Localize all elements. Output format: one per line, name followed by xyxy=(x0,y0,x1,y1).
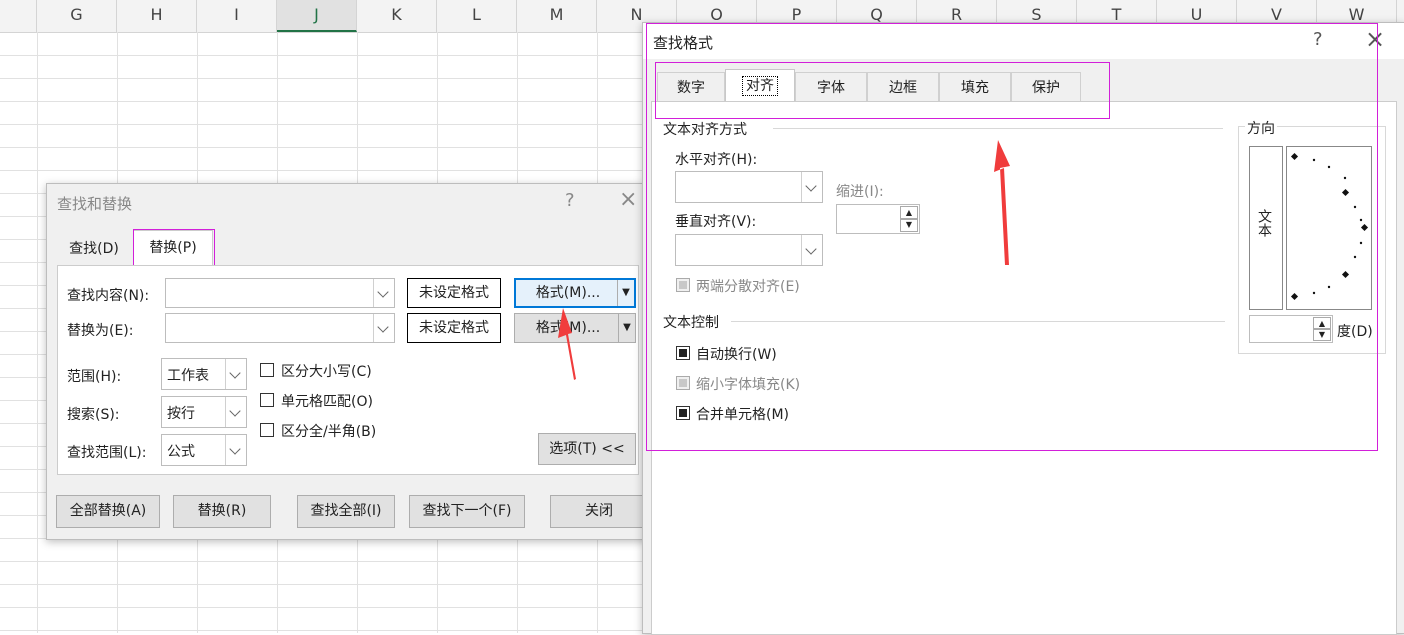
chevron-down-icon[interactable] xyxy=(801,172,822,202)
chevron-down-icon[interactable] xyxy=(801,235,822,265)
find-all-button[interactable]: 查找全部(I) xyxy=(297,495,395,528)
text-control-group-label: 文本控制 xyxy=(663,315,719,331)
search-value: 按行 xyxy=(167,406,195,422)
options-button[interactable]: 选项(T) << xyxy=(538,433,636,465)
horizontal-align-label: 水平对齐(H): xyxy=(675,152,758,168)
tab-protection[interactable]: 保护 xyxy=(1011,72,1081,102)
tab-number[interactable]: 数字 xyxy=(657,72,725,102)
column-header-i[interactable]: I xyxy=(197,0,277,32)
format-button-label: 格式(M)... xyxy=(535,285,601,301)
shrink-to-fit-checkbox[interactable] xyxy=(676,376,690,390)
look-in-select[interactable]: 公式 xyxy=(161,434,247,466)
shrink-to-fit-label: 缩小字体填充(K) xyxy=(696,377,801,393)
horizontal-align-select[interactable] xyxy=(675,171,823,203)
column-header-partial[interactable] xyxy=(0,0,37,32)
orientation-dial-icon xyxy=(1290,152,1369,301)
tab-alignment[interactable]: 对齐 xyxy=(725,69,795,102)
chevron-down-icon[interactable] xyxy=(373,314,394,342)
format-button-find[interactable]: 格式(M)... ▼ xyxy=(514,278,636,308)
group-divider xyxy=(731,321,1225,322)
caret-down-icon[interactable]: ▼ xyxy=(617,280,634,306)
merge-cells-label[interactable]: 合并单元格(M) xyxy=(696,404,789,424)
chevron-down-icon[interactable] xyxy=(225,359,246,389)
indent-spinner[interactable]: ▲ ▼ xyxy=(836,204,920,234)
chevron-down-icon[interactable] xyxy=(225,435,246,465)
tab-find[interactable]: 查找(D) xyxy=(59,234,129,264)
orientation-group-label: 方向 xyxy=(1245,118,1277,138)
tab-font[interactable]: 字体 xyxy=(795,72,867,102)
match-case-checkbox[interactable] xyxy=(260,363,274,377)
format-button-label: 格式(M)... xyxy=(535,320,601,336)
find-format-dialog: 查找格式 ? × 数字 对齐 字体 边框 填充 保护 文本对齐方式 水平对齐(H… xyxy=(642,22,1404,635)
close-button[interactable]: 关闭 xyxy=(550,495,648,528)
find-what-label: 查找内容(N): xyxy=(67,288,150,304)
indent-label: 缩进(I): xyxy=(836,184,884,200)
grid-column-line xyxy=(37,32,38,633)
vertical-text-label: 文本 xyxy=(1256,209,1272,237)
column-header-h[interactable]: H xyxy=(117,0,197,32)
spin-down-icon[interactable]: ▼ xyxy=(1313,328,1331,341)
within-label: 范围(H): xyxy=(67,369,122,385)
help-button[interactable]: ? xyxy=(1313,29,1323,50)
replace-with-input[interactable] xyxy=(168,317,372,341)
column-header-g[interactable]: G xyxy=(37,0,117,32)
justify-distributed-checkbox[interactable] xyxy=(676,278,690,292)
look-in-value: 公式 xyxy=(167,444,195,460)
close-icon[interactable]: × xyxy=(619,187,637,212)
look-in-label: 查找范围(L): xyxy=(67,445,147,461)
column-header-k[interactable]: K xyxy=(357,0,437,32)
find-what-combo[interactable] xyxy=(165,278,395,308)
close-icon[interactable]: × xyxy=(1365,25,1385,53)
search-label: 搜索(S): xyxy=(67,407,120,423)
find-format-titlebar[interactable]: 查找格式 ? × xyxy=(643,23,1404,59)
vertical-text-box[interactable]: 文本 xyxy=(1249,146,1283,310)
dialog-title: 查找格式 xyxy=(653,34,714,52)
find-next-button[interactable]: 查找下一个(F) xyxy=(409,495,525,528)
vertical-align-label: 垂直对齐(V): xyxy=(675,214,757,230)
replace-with-label: 替换为(E): xyxy=(67,323,134,339)
replace-all-button[interactable]: 全部替换(A) xyxy=(56,495,160,528)
tab-fill[interactable]: 填充 xyxy=(939,72,1011,102)
replace-format-preview: 未设定格式 xyxy=(407,313,501,343)
caret-down-icon[interactable]: ▼ xyxy=(618,314,635,342)
match-case-label[interactable]: 区分大小写(C) xyxy=(281,361,372,381)
chevron-down-icon[interactable] xyxy=(225,397,246,427)
tab-alignment-label: 对齐 xyxy=(742,76,778,96)
find-format-preview: 未设定格式 xyxy=(407,278,501,308)
find-what-input[interactable] xyxy=(168,282,372,306)
find-replace-dialog: 查找和替换 ? × 查找(D) 替换(P) 查找内容(N): 未设定格式 格式(… xyxy=(46,183,648,540)
match-cell-label[interactable]: 单元格匹配(O) xyxy=(281,391,373,411)
orientation-dial[interactable] xyxy=(1286,146,1372,310)
match-width-label[interactable]: 区分全/半角(B) xyxy=(281,421,376,441)
tab-replace-label: 替换(P) xyxy=(149,240,197,256)
tab-find-label: 查找(D) xyxy=(69,241,119,257)
within-value: 工作表 xyxy=(167,368,209,384)
justify-distributed-label: 两端分散对齐(E) xyxy=(696,279,800,295)
format-button-replace[interactable]: 格式(M)... ▼ xyxy=(514,313,636,343)
column-header-l[interactable]: L xyxy=(437,0,517,32)
group-divider xyxy=(773,128,1223,129)
wrap-text-checkbox[interactable] xyxy=(676,346,690,360)
text-alignment-group-label: 文本对齐方式 xyxy=(663,122,747,138)
spin-down-icon[interactable]: ▼ xyxy=(900,218,918,232)
chevron-down-icon[interactable] xyxy=(373,279,394,307)
degrees-spinner[interactable]: ▲ ▼ xyxy=(1249,315,1333,343)
match-cell-checkbox[interactable] xyxy=(260,393,274,407)
wrap-text-label[interactable]: 自动换行(W) xyxy=(696,344,777,364)
find-replace-titlebar[interactable]: 查找和替换 ? × xyxy=(47,184,647,220)
match-width-checkbox[interactable] xyxy=(260,423,274,437)
merge-cells-checkbox[interactable] xyxy=(676,406,690,420)
within-select[interactable]: 工作表 xyxy=(161,358,247,390)
tab-border[interactable]: 边框 xyxy=(867,72,939,102)
column-header-j[interactable]: J xyxy=(277,0,357,32)
vertical-align-select[interactable] xyxy=(675,234,823,266)
help-button[interactable]: ? xyxy=(565,190,575,211)
search-select[interactable]: 按行 xyxy=(161,396,247,428)
replace-with-combo[interactable] xyxy=(165,313,395,343)
dialog-title: 查找和替换 xyxy=(57,195,133,213)
replace-button[interactable]: 替换(R) xyxy=(173,495,271,528)
tab-replace[interactable]: 替换(P) xyxy=(133,230,213,266)
degrees-label: 度(D) xyxy=(1337,324,1373,340)
column-header-m[interactable]: M xyxy=(517,0,597,32)
